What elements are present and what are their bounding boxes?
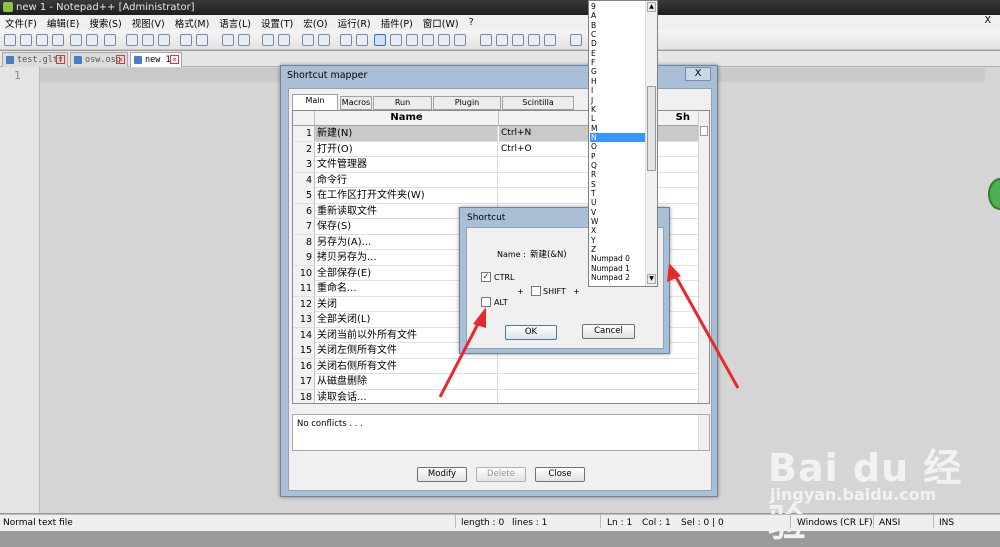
arrow-to-alt-checkbox xyxy=(438,317,483,398)
status-column: Col : 1 xyxy=(642,518,671,528)
status-insert-mode: INS xyxy=(939,518,955,528)
status-length: length : 0 xyxy=(461,518,505,528)
watermark-url: jingyan.baidu.com xyxy=(770,485,937,504)
status-selection: Sel : 0 | 0 xyxy=(681,518,724,528)
status-file-type: Normal text file xyxy=(3,518,73,528)
baidu-jingyan-watermark: Bai du 经验 jingyan.baidu.com xyxy=(762,423,982,545)
status-lines: lines : 1 xyxy=(512,518,548,528)
status-eol: Windows (CR LF) xyxy=(797,518,873,528)
status-encoding: ANSI xyxy=(879,518,901,528)
status-bar: Normal text file length : 0 lines : 1 Ln… xyxy=(0,514,1000,531)
arrowhead xyxy=(473,307,486,328)
arrow-to-key-dropdown xyxy=(673,274,740,389)
status-line-number: Ln : 1 xyxy=(607,518,633,528)
